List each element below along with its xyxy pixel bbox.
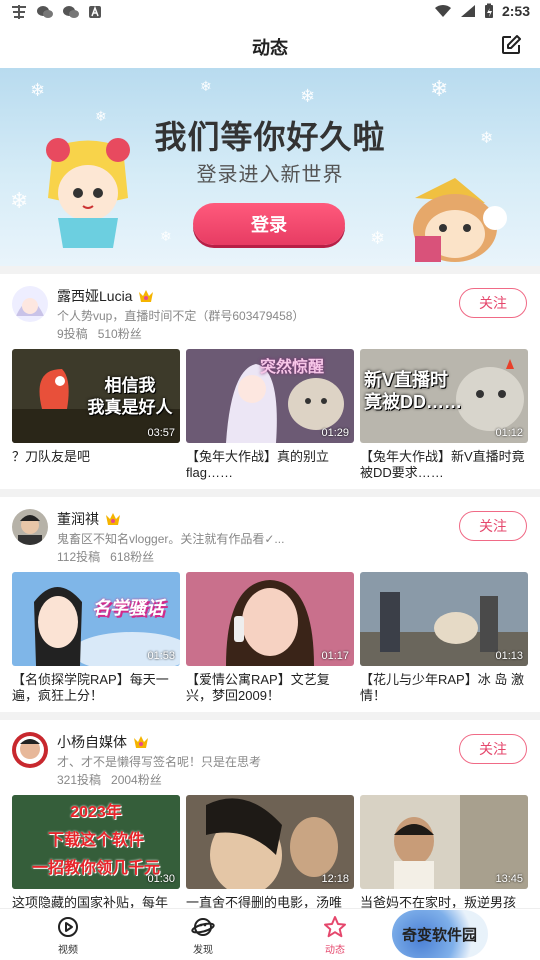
- snowflake-icon: ❄: [430, 76, 449, 101]
- thumbnail-caption: 2023年 下载这个软件 一招教你领几千元: [31, 804, 160, 877]
- thumbnail-caption: 突然惊醒: [260, 359, 325, 376]
- video-title[interactable]: 【名侦探学院RAP】每天一遍，疯狂上分！: [12, 672, 180, 704]
- follow-button[interactable]: 关注: [459, 734, 527, 764]
- video-title[interactable]: 【花儿与少年RAP】冰 岛 激 情！: [360, 672, 528, 704]
- video-thumbnail[interactable]: 01:13: [360, 572, 528, 666]
- video-thumbnail[interactable]: 突然惊醒 01:29: [186, 349, 354, 443]
- uploader-stats: 9投稿 510粉丝: [57, 327, 142, 341]
- uploader-stats: 112投稿 618粉丝: [57, 550, 155, 564]
- section-divider: [0, 266, 540, 274]
- video-icon: [58, 917, 78, 937]
- avatar[interactable]: [12, 286, 48, 322]
- video-title[interactable]: 【爱情公寓RAP】文艺复兴，梦回2009！: [186, 672, 354, 704]
- video-title[interactable]: 【兔年大作战】新V直播时竟被DD要求……: [360, 449, 528, 481]
- uploader-name[interactable]: 露西娅Lucia: [57, 286, 154, 306]
- video-card[interactable]: 新V直播时 竟被DD…… 01:12 【兔年大作战】新V直播时竟被DD要求……: [360, 349, 528, 481]
- uploader-card[interactable]: 小杨自媒体 才、才不是懒得写签名呢！只是在思考 321投稿 2004粉丝 关注 2…: [0, 720, 540, 934]
- vip-badge-icon: [134, 736, 148, 748]
- uploader-card[interactable]: 露西娅Lucia 个人势vup，直播时间不定（群号603479458） 9投稿 5…: [0, 274, 540, 488]
- follow-button[interactable]: 关注: [459, 288, 527, 318]
- tab-discover[interactable]: 发现: [173, 915, 233, 956]
- watermark-logo: 奇变软件园: [392, 910, 488, 958]
- uploader-name[interactable]: 董润祺: [57, 509, 121, 529]
- video-thumbnail[interactable]: 新V直播时 竟被DD…… 01:12: [360, 349, 528, 443]
- video-thumbnail[interactable]: 名学骚话 01:53: [12, 572, 180, 666]
- video-duration: 01:17: [321, 650, 349, 662]
- video-thumbnail[interactable]: 12:18: [186, 795, 354, 889]
- uploader-stats: 321投稿 2004粉丝: [57, 773, 162, 787]
- section-divider: [0, 712, 540, 720]
- avatar[interactable]: [12, 509, 48, 545]
- app-notification-icon: [12, 5, 26, 19]
- video-thumbnail[interactable]: 13:45: [360, 795, 528, 889]
- video-list: 名学骚话 01:53 【名侦探学院RAP】每天一遍，疯狂上分！ 01:17 【爱…: [12, 572, 528, 712]
- thumbnail-caption: 相信我 我真是好人: [87, 376, 173, 417]
- video-duration: 03:57: [147, 427, 175, 439]
- star-icon: [324, 916, 346, 938]
- uploader-card[interactable]: 董润祺 鬼畜区不知名vlogger。关注就有作品看✓... 112投稿 618粉丝…: [0, 497, 540, 711]
- tab-video[interactable]: 视频: [38, 915, 98, 956]
- status-bar: 2:53: [0, 0, 540, 24]
- snowflake-icon: ❄: [160, 228, 172, 244]
- edit-icon[interactable]: [500, 34, 522, 56]
- login-banner[interactable]: ❄ ❄ ❄ ❄ ❄ ❄ ❄ ❄ ❄ 我们等你好久啦 登录进入新世界 登录: [0, 68, 540, 266]
- video-thumbnail[interactable]: 相信我 我真是好人 03:57: [12, 349, 180, 443]
- uploader-description: 鬼畜区不知名vlogger。关注就有作品看✓...: [57, 532, 285, 546]
- snowflake-icon: ❄: [370, 228, 386, 248]
- video-card[interactable]: 01:17 【爱情公寓RAP】文艺复兴，梦回2009！: [186, 572, 354, 704]
- video-card[interactable]: 01:13 【花儿与少年RAP】冰 岛 激 情！: [360, 572, 528, 704]
- mascot-monkey-illustration: [413, 178, 507, 262]
- section-divider: [0, 489, 540, 497]
- vip-badge-icon: [106, 513, 120, 525]
- thumbnail-caption: 新V直播时 竟被DD……: [364, 370, 462, 412]
- thumbnail-caption: 名学骚话: [92, 598, 164, 618]
- page-title: 动态: [252, 38, 288, 58]
- wechat-icon: [37, 6, 53, 18]
- signal-icon: [460, 5, 475, 17]
- notification-icons: [10, 4, 102, 20]
- wechat-icon: [63, 6, 79, 18]
- top-bar: 动态: [0, 24, 540, 68]
- follow-button[interactable]: 关注: [459, 511, 527, 541]
- avatar[interactable]: [12, 732, 48, 768]
- wifi-icon: [434, 4, 451, 17]
- snowflake-icon: ❄: [30, 80, 46, 100]
- uploader-name[interactable]: 小杨自媒体: [57, 732, 149, 752]
- video-duration: 01:13: [495, 650, 523, 662]
- video-card[interactable]: 突然惊醒 01:29 【兔年大作战】真的别立flag……: [186, 349, 354, 481]
- video-duration: 01:30: [147, 873, 175, 885]
- video-card[interactable]: 名学骚话 01:53 【名侦探学院RAP】每天一遍，疯狂上分！: [12, 572, 180, 704]
- battery-icon: [484, 3, 493, 18]
- video-thumbnail[interactable]: 2023年 下载这个软件 一招教你领几千元 01:30: [12, 795, 180, 889]
- video-title[interactable]: ？刀队友是吧: [12, 449, 180, 481]
- uploader-description: 个人势vup，直播时间不定（群号603479458）: [57, 309, 305, 323]
- font-a-icon: [89, 5, 101, 18]
- snowflake-icon: ❄: [300, 86, 316, 106]
- discover-planet-icon: [191, 918, 215, 936]
- uploader-description: 才、才不是懒得写签名呢！只是在思考: [57, 755, 262, 769]
- vip-badge-icon: [139, 290, 154, 302]
- video-duration: 01:29: [321, 427, 349, 439]
- snowflake-icon: ❄: [10, 188, 29, 213]
- banner-headline: 我们等你好久啦: [154, 119, 386, 155]
- login-button[interactable]: 登录: [193, 203, 345, 245]
- snowflake-icon: ❄: [200, 78, 212, 94]
- video-title[interactable]: 【兔年大作战】真的别立flag……: [186, 449, 354, 481]
- video-duration: 13:45: [495, 873, 523, 885]
- video-duration: 01:53: [147, 650, 175, 662]
- video-thumbnail[interactable]: 01:17: [186, 572, 354, 666]
- video-list: 相信我 我真是好人 03:57 ？刀队友是吧 突然惊醒 01:29 【兔年大作战…: [12, 349, 528, 489]
- video-card[interactable]: 相信我 我真是好人 03:57 ？刀队友是吧: [12, 349, 180, 481]
- video-duration: 12:18: [321, 873, 349, 885]
- video-duration: 01:12: [495, 427, 523, 439]
- tab-moments[interactable]: 动态: [305, 915, 365, 956]
- clock: 2:53: [501, 3, 530, 19]
